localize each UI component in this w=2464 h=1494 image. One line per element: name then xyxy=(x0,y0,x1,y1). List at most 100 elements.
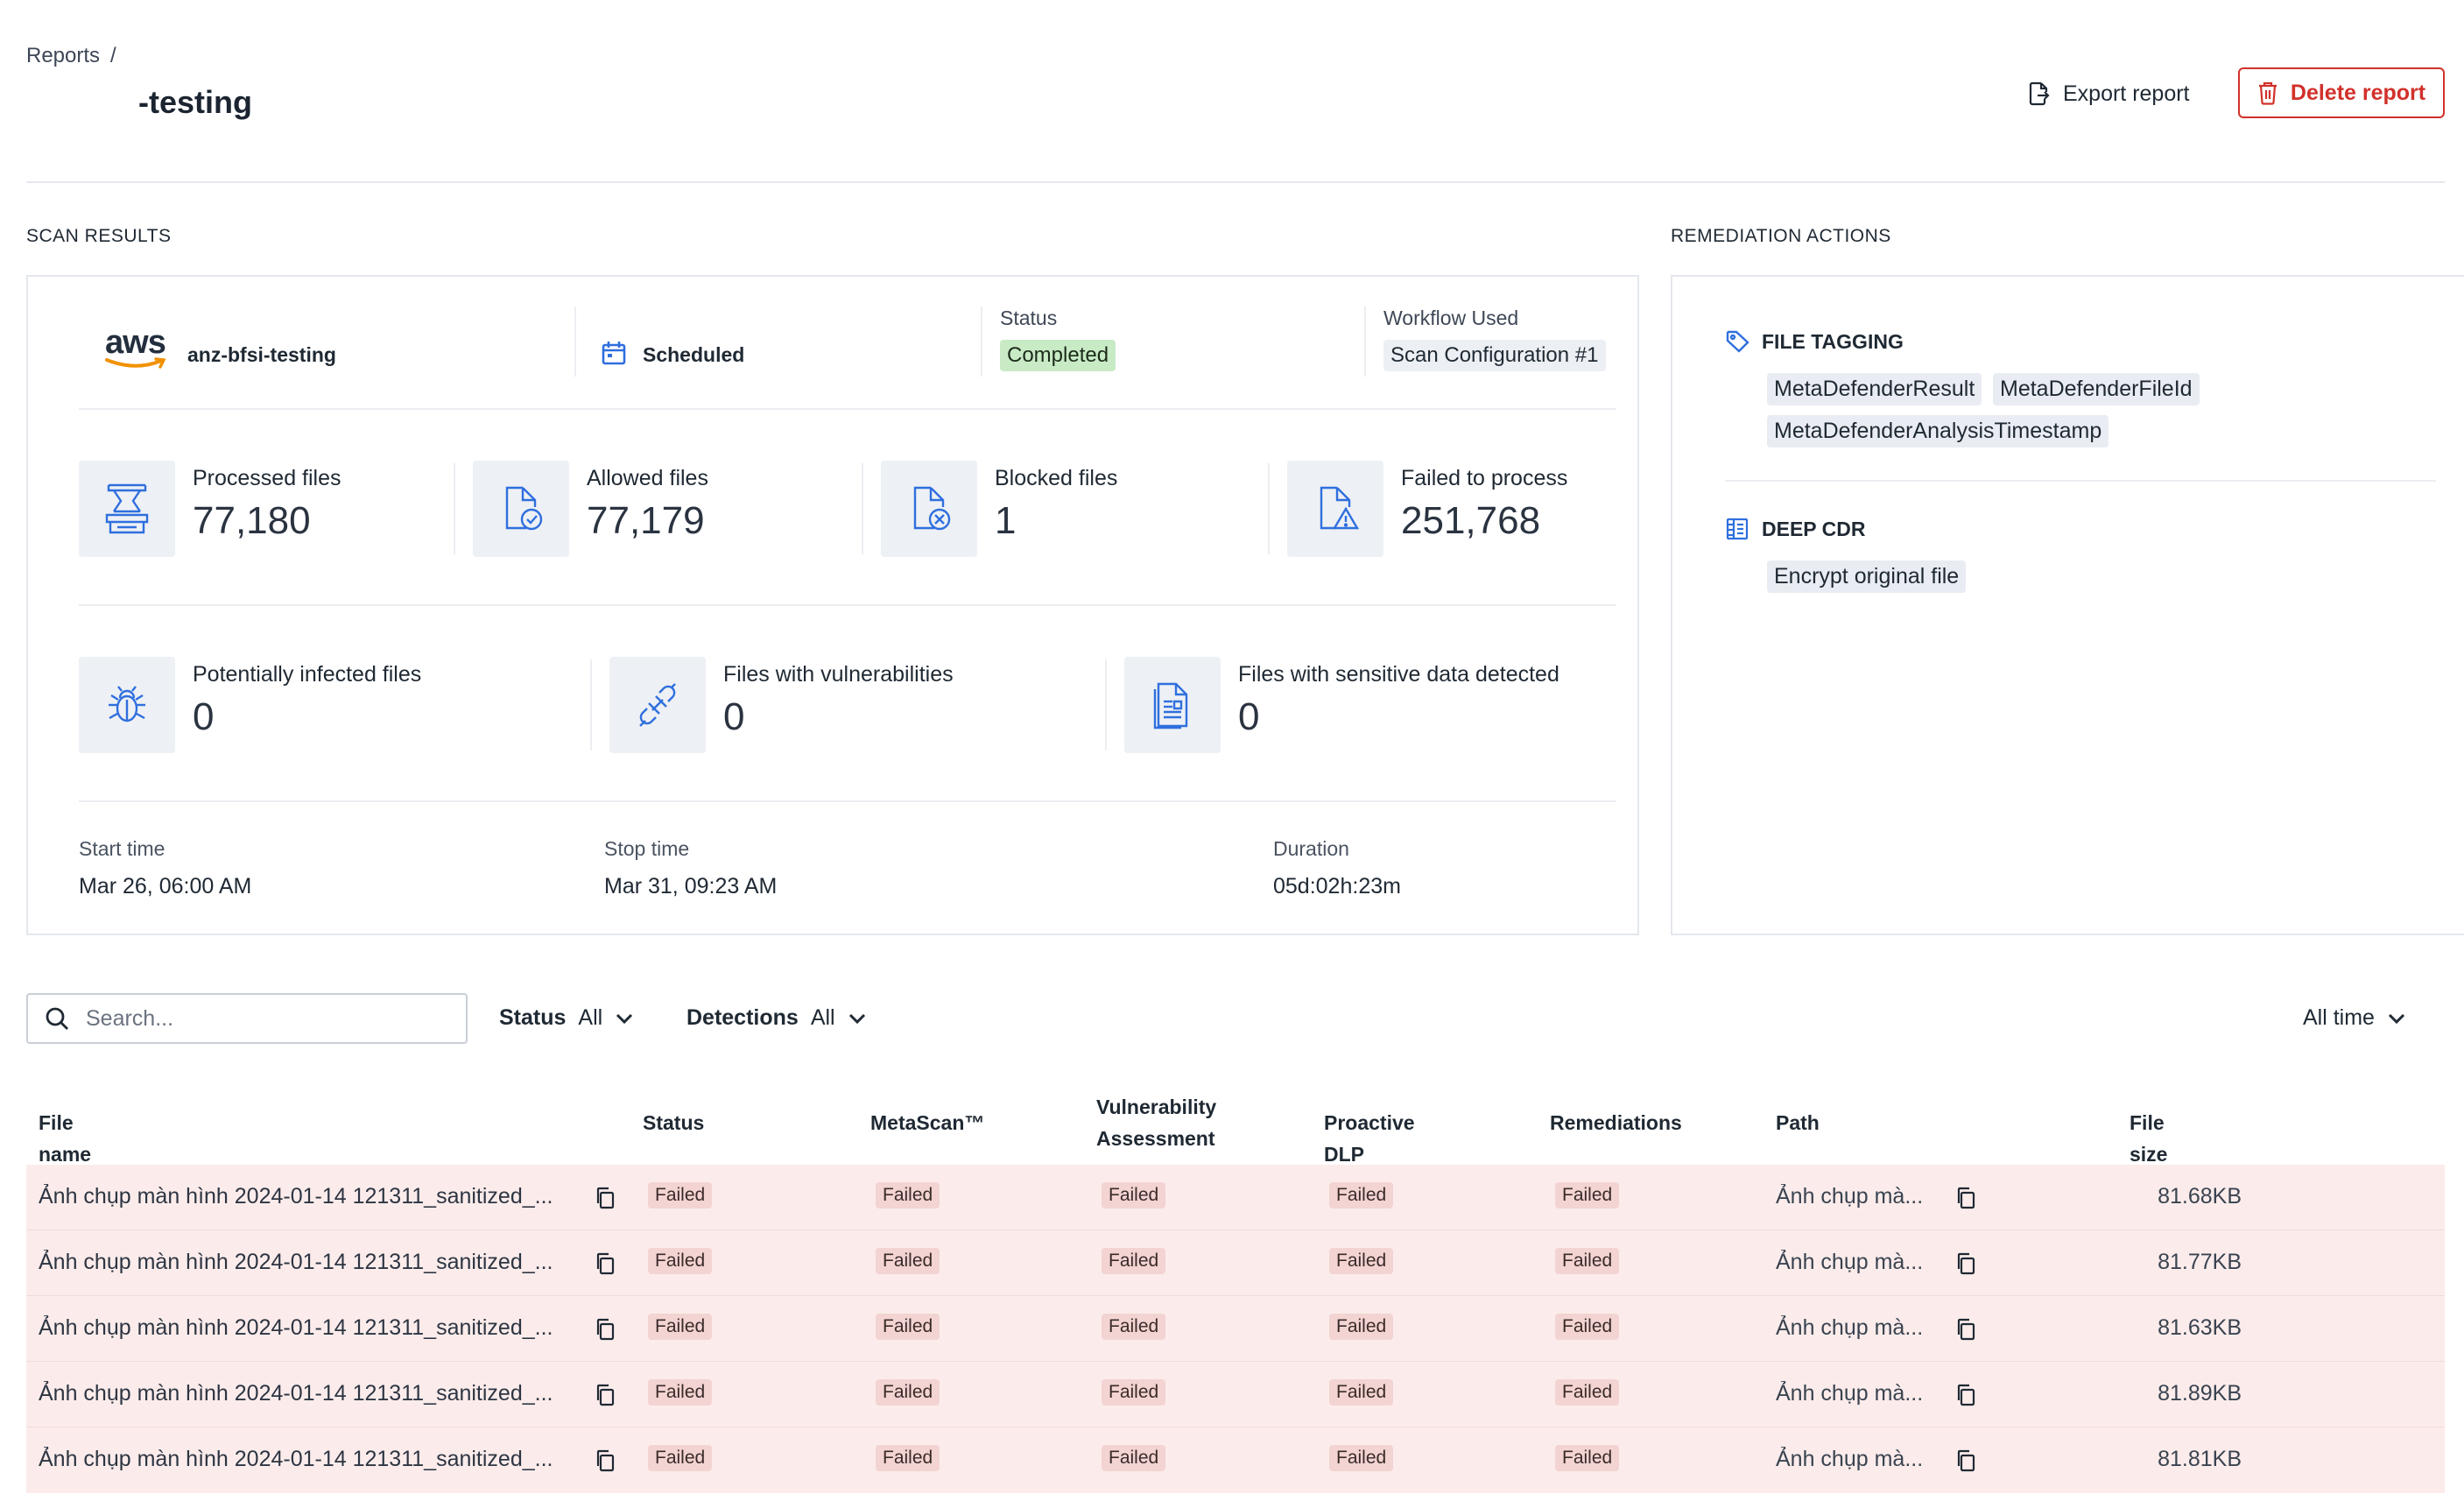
file-size-cell: 81.89KB xyxy=(2158,1381,2242,1406)
sensitive-document-icon xyxy=(1124,657,1221,753)
stat-value: 0 xyxy=(193,695,215,738)
detections-filter-dropdown[interactable]: Detections All xyxy=(686,1005,867,1031)
table-row[interactable]: Ảnh chụp màn hình 2024-01-14 121311_sani… xyxy=(26,1230,2445,1296)
scan-results-card: aws anz-bfsi-testing Scheduled Status Co… xyxy=(26,275,1639,935)
path-cell: Ảnh chụp mà... xyxy=(1776,1184,1924,1209)
metascan-failed-badge: Failed xyxy=(876,1314,940,1340)
remediations-failed-badge: Failed xyxy=(1555,1379,1620,1406)
copy-path-icon[interactable] xyxy=(1954,1317,1977,1342)
file-size-cell: 81.68KB xyxy=(2158,1184,2242,1209)
column-header-status[interactable]: Status xyxy=(643,1107,704,1138)
status-filter-value: All xyxy=(578,1005,603,1030)
status-filter-dropdown[interactable]: Status All xyxy=(499,1005,634,1031)
workflow-cell: Workflow Used Scan Configuration #1 xyxy=(1383,301,1616,382)
start-time-value: Mar 26, 06:00 AM xyxy=(79,874,252,899)
deep-cdr-title: DEEP CDR xyxy=(1762,517,1866,540)
page-title: -testing xyxy=(138,84,252,120)
file-size-cell: 81.63KB xyxy=(2158,1315,2242,1340)
copy-path-icon[interactable] xyxy=(1954,1251,1977,1276)
delete-report-button[interactable]: Delete report xyxy=(2238,67,2445,118)
breadcrumb: Reports / xyxy=(26,44,116,68)
calendar-icon xyxy=(602,342,626,365)
time-range-dropdown[interactable]: All time xyxy=(2303,1005,2406,1031)
remediations-failed-badge: Failed xyxy=(1555,1248,1620,1274)
copy-path-icon[interactable] xyxy=(1954,1186,1977,1210)
status-failed-badge: Failed xyxy=(648,1445,713,1471)
file-size-cell: 81.77KB xyxy=(2158,1250,2242,1274)
meta-divider xyxy=(981,307,982,377)
trash-icon xyxy=(2258,81,2277,105)
column-header-metascan[interactable]: MetaScan™ xyxy=(870,1107,984,1138)
status-failed-badge: Failed xyxy=(648,1182,713,1209)
stat-allowed-files: Allowed files 77,179 xyxy=(473,461,841,557)
bug-icon xyxy=(79,657,175,753)
export-report-button[interactable]: Export report xyxy=(2028,70,2190,117)
stat-value: 77,179 xyxy=(587,499,705,542)
scan-card-divider xyxy=(79,408,1616,410)
column-header-proactive-dlp[interactable]: Proactive DLP xyxy=(1324,1107,1415,1170)
copy-file-name-icon[interactable] xyxy=(594,1448,616,1473)
chevron-down-icon xyxy=(848,1013,865,1024)
stat-vulnerable-files: Files with vulnerabilities 0 xyxy=(609,657,1100,753)
status-failed-badge: Failed xyxy=(648,1248,713,1274)
stat-divider xyxy=(590,659,592,751)
export-report-label: Export report xyxy=(2063,81,2190,106)
allowed-files-icon xyxy=(473,461,569,557)
file-name-cell[interactable]: Ảnh chụp màn hình 2024-01-14 121311_sani… xyxy=(39,1250,581,1275)
copy-file-name-icon[interactable] xyxy=(594,1317,616,1342)
file-name-cell[interactable]: Ảnh chụp màn hình 2024-01-14 121311_sani… xyxy=(39,1184,581,1209)
dlp-failed-badge: Failed xyxy=(1329,1182,1394,1209)
column-header-path[interactable]: Path xyxy=(1776,1107,1820,1138)
file-name-cell[interactable]: Ảnh chụp màn hình 2024-01-14 121311_sani… xyxy=(39,1447,581,1472)
column-header-remediations[interactable]: Remediations xyxy=(1550,1107,1682,1138)
scan-card-divider xyxy=(79,800,1616,802)
table-row[interactable]: Ảnh chụp màn hình 2024-01-14 121311_sani… xyxy=(26,1362,2445,1427)
aws-smile-icon xyxy=(105,357,166,369)
stat-sensitive-files: Files with sensitive data detected 0 xyxy=(1124,657,1615,753)
copy-file-name-icon[interactable] xyxy=(594,1383,616,1407)
header-divider xyxy=(26,181,2445,183)
stat-processed-files: Processed files 77,180 xyxy=(79,461,447,557)
stat-label: Potentially infected files xyxy=(193,662,422,687)
detections-filter-value: All xyxy=(810,1005,835,1030)
scan-meta-row: aws anz-bfsi-testing Scheduled Status Co… xyxy=(79,301,1616,382)
copy-path-icon[interactable] xyxy=(1954,1448,1977,1473)
cdr-option-chip: Encrypt original file xyxy=(1767,560,1967,593)
copy-file-name-icon[interactable] xyxy=(594,1186,616,1210)
copy-path-icon[interactable] xyxy=(1954,1383,1977,1407)
tag-chip: MetaDefenderResult xyxy=(1767,373,1982,405)
tag-icon xyxy=(1726,330,1749,353)
vulnerability-failed-badge: Failed xyxy=(1102,1182,1166,1209)
status-failed-badge: Failed xyxy=(648,1314,713,1340)
stat-divider xyxy=(1268,463,1270,554)
workflow-label: Workflow Used xyxy=(1383,307,1519,329)
workflow-badge[interactable]: Scan Configuration #1 xyxy=(1383,340,1606,371)
table-row[interactable]: Ảnh chụp màn hình 2024-01-14 121311_sani… xyxy=(26,1427,2445,1493)
schedule-cell: Scheduled xyxy=(601,301,863,382)
table-row[interactable]: Ảnh chụp màn hình 2024-01-14 121311_sani… xyxy=(26,1296,2445,1362)
column-header-file-name[interactable]: File name xyxy=(39,1107,91,1170)
stat-value: 0 xyxy=(1238,695,1260,738)
stat-label: Processed files xyxy=(193,466,341,490)
chevron-down-icon xyxy=(616,1013,633,1024)
file-tagging-header: FILE TAGGING xyxy=(1725,329,1904,354)
copy-file-name-icon[interactable] xyxy=(594,1251,616,1276)
scan-results-title: SCAN RESULTS xyxy=(26,226,172,246)
remediation-actions-card: FILE TAGGING MetaDefenderResult MetaDefe… xyxy=(1671,275,2464,935)
status-filter-label: Status xyxy=(499,1005,567,1030)
file-name-cell[interactable]: Ảnh chụp màn hình 2024-01-14 121311_sani… xyxy=(39,1381,581,1406)
breadcrumb-reports-link[interactable]: Reports xyxy=(26,44,100,67)
tag-chip: MetaDefenderAnalysisTimestamp xyxy=(1767,415,2109,447)
breadcrumb-separator: / xyxy=(110,44,116,67)
column-header-file-size[interactable]: File size xyxy=(2130,1107,2167,1170)
stop-time-value: Mar 31, 09:23 AM xyxy=(604,874,778,899)
search-placeholder: Search... xyxy=(86,1005,174,1031)
stat-divider xyxy=(454,463,455,554)
table-row[interactable]: Ảnh chụp màn hình 2024-01-14 121311_sani… xyxy=(26,1165,2445,1230)
remediation-actions-title: REMEDIATION ACTIONS xyxy=(1671,226,1891,246)
start-time-label: Start time xyxy=(79,837,165,860)
search-input[interactable]: Search... xyxy=(26,993,468,1044)
column-header-vulnerability-assessment[interactable]: Vulnerability Assessment xyxy=(1096,1091,1236,1154)
metascan-failed-badge: Failed xyxy=(876,1182,940,1209)
file-name-cell[interactable]: Ảnh chụp màn hình 2024-01-14 121311_sani… xyxy=(39,1315,581,1341)
